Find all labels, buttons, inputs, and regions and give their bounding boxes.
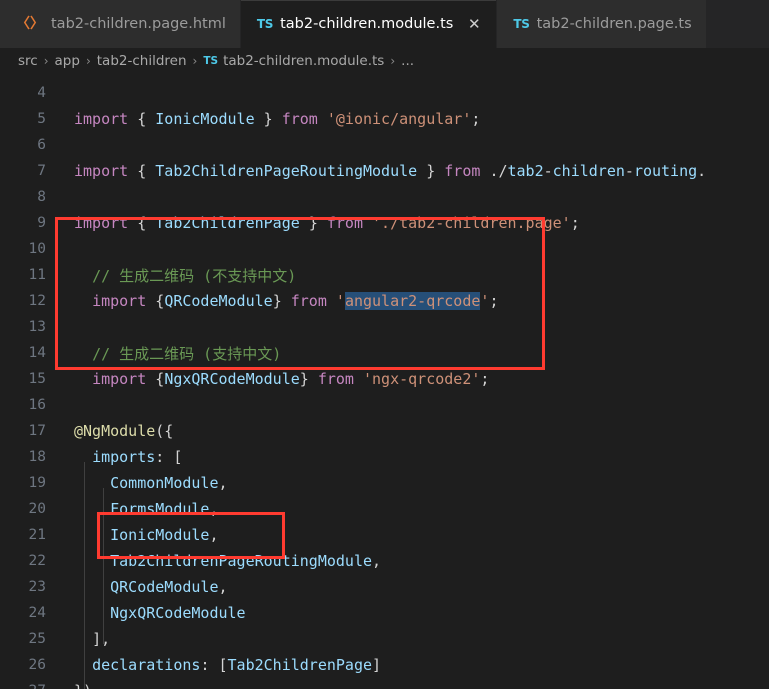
line-number: 21 <box>28 527 46 543</box>
line-number: 23 <box>28 579 46 595</box>
line-number: 20 <box>28 501 46 517</box>
code-line[interactable]: 20 FormsModule, <box>0 496 769 522</box>
code-text[interactable]: FormsModule, <box>46 500 218 518</box>
chevron-right-icon: › <box>85 54 91 68</box>
tab-tab2-children-module-ts[interactable]: TS tab2-children.module.ts ✕ <box>240 0 498 48</box>
typescript-file-icon: TS <box>256 17 274 31</box>
line-number: 13 <box>28 319 46 335</box>
code-text[interactable]: }) <box>46 682 92 689</box>
line-number: 11 <box>28 267 46 283</box>
line-number: 15 <box>28 371 46 387</box>
tab-label: tab2-children.page.html <box>51 15 226 32</box>
code-line[interactable]: 24 NgxQRCodeModule <box>0 600 769 626</box>
chevron-right-icon: › <box>390 54 396 68</box>
line-number: 18 <box>28 449 46 465</box>
code-line[interactable]: 13 <box>0 314 769 340</box>
code-line[interactable]: 16 <box>0 392 769 418</box>
code-text[interactable]: // 生成二维码 (不支持中文) <box>46 265 296 286</box>
typescript-file-icon: TS <box>513 17 530 31</box>
tab-tab2-children-page-html[interactable]: 〈〉 tab2-children.page.html <box>0 0 241 48</box>
code-line[interactable]: 8 <box>0 184 769 210</box>
code-text[interactable]: IonicModule, <box>46 526 218 544</box>
line-number: 6 <box>37 137 46 153</box>
code-editor[interactable]: 4 5 import { IonicModule } from '@ionic/an… <box>0 74 769 689</box>
code-line[interactable]: 14 // 生成二维码 (支持中文) <box>0 340 769 366</box>
breadcrumb: src › app › tab2-children › TS tab2-chil… <box>0 48 769 74</box>
tab-label: tab2-children.module.ts <box>280 15 454 32</box>
code-line[interactable]: 26 declarations: [Tab2ChildrenPage] <box>0 652 769 678</box>
line-number: 4 <box>37 85 46 101</box>
chevron-right-icon: › <box>192 54 198 68</box>
line-number: 17 <box>28 423 46 439</box>
code-line[interactable]: 27}) <box>0 678 769 689</box>
code-text[interactable]: @NgModule({ <box>46 422 173 440</box>
line-number: 8 <box>37 189 46 205</box>
tab-bar-empty-space <box>706 0 769 48</box>
code-line[interactable]: 6 <box>0 132 769 158</box>
code-line[interactable]: 25 ], <box>0 626 769 652</box>
line-number: 19 <box>28 475 46 491</box>
line-number: 26 <box>28 657 46 673</box>
breadcrumb-item-src[interactable]: src <box>18 53 38 69</box>
line-number: 14 <box>28 345 46 361</box>
line-number: 22 <box>28 553 46 569</box>
code-line[interactable]: 12 import {QRCodeModule} from 'angular2-… <box>0 288 769 314</box>
line-number: 25 <box>28 631 46 647</box>
tab-tab2-children-page-ts[interactable]: TS tab2-children.page.ts <box>497 0 707 48</box>
code-line[interactable]: 17 @NgModule({ <box>0 418 769 444</box>
tab-label: tab2-children.page.ts <box>536 15 692 32</box>
code-line[interactable]: 4 <box>0 80 769 106</box>
code-line[interactable]: 18 imports: [ <box>0 444 769 470</box>
code-text[interactable]: import { IonicModule } from '@ionic/angu… <box>46 110 480 128</box>
code-text[interactable]: import { Tab2ChildrenPage } from './tab2… <box>46 214 580 232</box>
code-text[interactable]: declarations: [Tab2ChildrenPage] <box>46 656 381 674</box>
code-text[interactable]: Tab2ChildrenPageRoutingModule, <box>46 552 381 570</box>
code-line[interactable]: 22 Tab2ChildrenPageRoutingModule, <box>0 548 769 574</box>
line-number: 16 <box>28 397 46 413</box>
line-number: 7 <box>37 163 46 179</box>
line-number: 9 <box>37 215 46 231</box>
breadcrumb-item-tab2-children[interactable]: tab2-children <box>97 53 187 69</box>
line-number: 12 <box>28 293 46 309</box>
code-text[interactable]: ], <box>46 630 110 648</box>
line-number: 5 <box>37 111 46 127</box>
code-line[interactable]: 23 QRCodeModule, <box>0 574 769 600</box>
breadcrumb-item-app[interactable]: app <box>55 53 80 69</box>
code-line[interactable]: 19 CommonModule, <box>0 470 769 496</box>
html-file-icon: 〈〉 <box>16 16 44 32</box>
typescript-file-icon: TS <box>203 55 219 67</box>
code-text[interactable]: import { Tab2ChildrenPageRoutingModule }… <box>46 162 706 180</box>
line-number: 24 <box>28 605 46 621</box>
code-lines-container[interactable]: 4 5 import { IonicModule } from '@ionic/an… <box>0 74 769 689</box>
code-line[interactable]: 15 import {NgxQRCodeModule} from 'ngx-qr… <box>0 366 769 392</box>
breadcrumb-overflow-ellipsis[interactable]: ... <box>401 53 414 69</box>
editor-tab-bar: 〈〉 tab2-children.page.html TS tab2-child… <box>0 0 769 48</box>
chevron-right-icon: › <box>43 54 49 68</box>
code-text[interactable]: NgxQRCodeModule <box>46 604 245 622</box>
code-text[interactable]: // 生成二维码 (支持中文) <box>46 343 281 364</box>
code-text[interactable]: imports: [ <box>46 448 182 466</box>
code-text[interactable]: import {NgxQRCodeModule} from 'ngx-qrcod… <box>46 370 489 388</box>
code-line[interactable]: 5 import { IonicModule } from '@ionic/ang… <box>0 106 769 132</box>
line-number: 27 <box>0 683 46 689</box>
code-line[interactable]: 7 import { Tab2ChildrenPageRoutingModule … <box>0 158 769 184</box>
code-line[interactable]: 9 import { Tab2ChildrenPage } from './tab… <box>0 210 769 236</box>
code-text[interactable]: CommonModule, <box>46 474 227 492</box>
breadcrumb-item-file[interactable]: tab2-children.module.ts <box>223 53 384 69</box>
close-icon[interactable]: ✕ <box>466 16 482 32</box>
code-line[interactable]: 11 // 生成二维码 (不支持中文) <box>0 262 769 288</box>
code-line[interactable]: 21 IonicModule, <box>0 522 769 548</box>
code-text[interactable]: QRCodeModule, <box>46 578 227 596</box>
line-number: 10 <box>28 241 46 257</box>
code-text[interactable]: import {QRCodeModule} from 'angular2-qrc… <box>46 292 498 310</box>
code-line[interactable]: 10 <box>0 236 769 262</box>
